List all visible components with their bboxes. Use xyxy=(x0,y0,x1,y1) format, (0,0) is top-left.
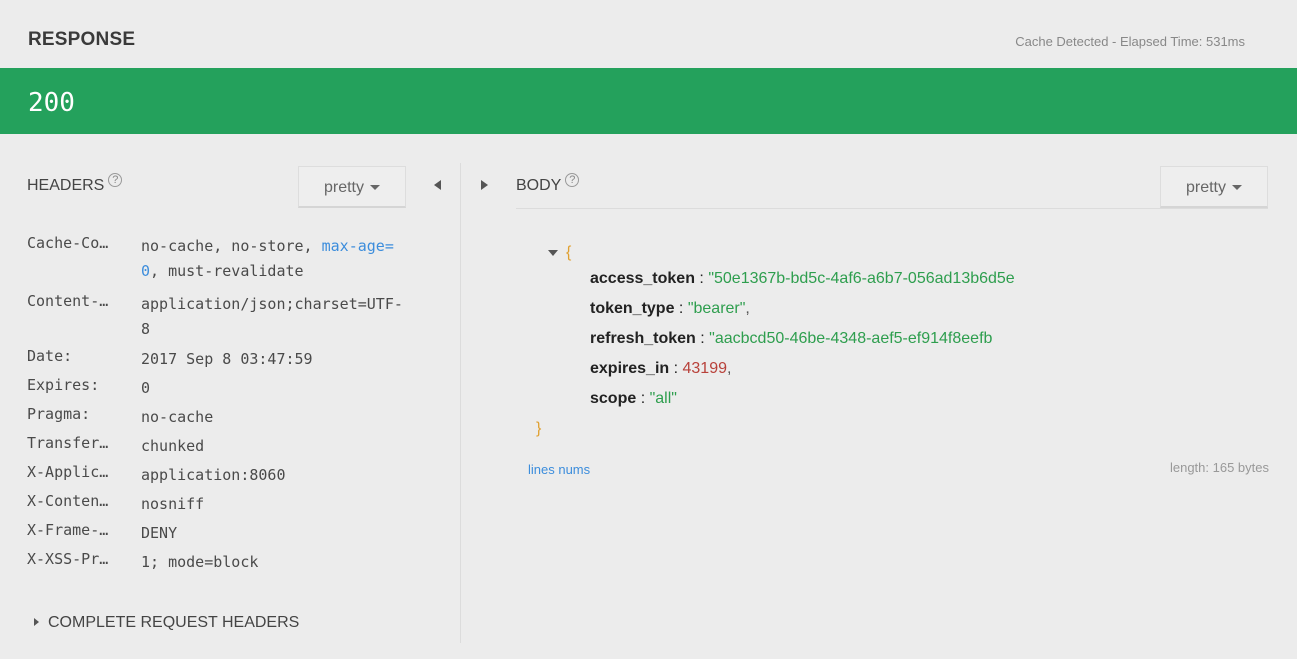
header-key: Expires: xyxy=(27,376,100,394)
json-comma: , xyxy=(727,360,732,377)
json-key: refresh_token xyxy=(590,330,696,347)
body-title-label: BODY xyxy=(516,177,562,194)
headers-format-label: pretty xyxy=(323,179,364,196)
header-row: Content-… application/json;charset=UTF-8 xyxy=(27,292,427,342)
chevron-down-icon xyxy=(1232,185,1242,191)
headers-title-label: HEADERS xyxy=(27,177,105,194)
header-value: 1; mode=block xyxy=(141,553,259,571)
header-row: Transfer… chunked xyxy=(27,434,427,463)
header-value-text: no-cache, no-store, xyxy=(141,237,322,255)
header-value: DENY xyxy=(141,524,178,542)
help-icon[interactable]: ? xyxy=(565,173,580,187)
header-value: 0 xyxy=(141,379,151,397)
header-row: Cache-Co… no-cache, no-store, max-age=0, … xyxy=(27,234,427,284)
header-row: X-XSS-Pr… 1; mode=block xyxy=(27,550,427,579)
json-field: token_type : "bearer", xyxy=(590,300,750,317)
json-comma: , xyxy=(745,300,750,317)
body-title: BODY? xyxy=(516,173,580,195)
body-format-label: pretty xyxy=(1185,179,1226,196)
lines-nums-link[interactable]: lines nums xyxy=(528,462,590,477)
json-field: refresh_token : "aacbcd50-46be-4348-aef5… xyxy=(590,330,993,347)
json-value: "50e1367b-bd5c-4af6-a6b7-056ad13b6d5e xyxy=(708,270,1015,287)
header-value: nosniff xyxy=(141,495,205,513)
header-row: X-Frame-… DENY xyxy=(27,521,427,550)
json-key: access_token xyxy=(590,270,695,287)
collapse-json-icon[interactable] xyxy=(548,249,558,256)
chevron-down-icon xyxy=(370,185,380,191)
header-key: Content-… xyxy=(27,292,109,310)
header-row: Pragma: no-cache xyxy=(27,405,427,434)
status-bar: 200 xyxy=(0,68,1297,134)
json-value: "all" xyxy=(649,390,677,407)
header-value-text: , must-revalidate xyxy=(150,262,304,280)
headers-format-dropdown[interactable]: pretty xyxy=(298,166,406,208)
complete-request-headers-toggle[interactable]: COMPLETE REQUEST HEADERS xyxy=(34,614,299,632)
panel-divider[interactable] xyxy=(460,163,461,643)
json-field: expires_in : 43199, xyxy=(590,360,732,377)
response-title: RESPONSE xyxy=(28,29,136,50)
json-value: "aacbcd50-46be-4348-aef5-ef914f8eefb xyxy=(709,330,993,347)
json-field: access_token : "50e1367b-bd5c-4af6-a6b7-… xyxy=(590,270,1015,287)
header-value: 2017 Sep 8 03:47:59 xyxy=(141,350,313,368)
help-icon[interactable]: ? xyxy=(108,173,123,187)
collapse-left-icon[interactable] xyxy=(434,180,441,190)
header-value: application:8060 xyxy=(141,466,286,484)
body-header-divider xyxy=(516,208,1268,209)
header-key: X-Frame-… xyxy=(27,521,109,539)
header-value: application/json;charset=UTF-8 xyxy=(141,295,403,338)
expand-right-icon xyxy=(34,617,39,626)
status-code: 200 xyxy=(28,88,75,118)
body-length: length: 165 bytes xyxy=(1169,460,1269,475)
cache-info: Cache Detected - Elapsed Time: 531ms xyxy=(1015,34,1245,49)
header-key: X-XSS-Pr… xyxy=(27,550,109,568)
header-row: Expires: 0 xyxy=(27,376,427,405)
header-key: X-Conten… xyxy=(27,492,109,510)
json-field: scope : "all" xyxy=(590,390,677,407)
header-key: X-Applic… xyxy=(27,463,109,481)
json-key: scope xyxy=(590,390,637,407)
header-row: X-Conten… nosniff xyxy=(27,492,427,521)
header-row: Date: 2017 Sep 8 03:47:59 xyxy=(27,347,427,376)
header-key: Transfer… xyxy=(27,434,109,452)
response-header: RESPONSE Cache Detected - Elapsed Time: … xyxy=(0,0,1297,68)
json-value: 43199 xyxy=(682,360,728,377)
open-brace: { xyxy=(566,244,572,261)
collapse-right-icon[interactable] xyxy=(481,180,488,190)
header-key: Cache-Co… xyxy=(27,234,109,252)
json-key: token_type xyxy=(590,300,675,317)
header-value: no-cache, no-store, max-age=0, must-reva… xyxy=(141,234,403,284)
header-key: Pragma: xyxy=(27,405,91,423)
header-row: X-Applic… application:8060 xyxy=(27,463,427,492)
json-key: expires_in xyxy=(590,360,670,377)
json-viewer: { access_token : "50e1367b-bd5c-4af6-a6b… xyxy=(516,240,1268,460)
complete-request-headers-label: COMPLETE REQUEST HEADERS xyxy=(48,614,300,631)
header-value: chunked xyxy=(141,437,205,455)
headers-title: HEADERS? xyxy=(27,173,123,195)
header-key: Date: xyxy=(27,347,73,365)
json-value: "bearer" xyxy=(687,300,746,317)
close-brace: } xyxy=(536,420,542,437)
header-value: no-cache xyxy=(141,408,214,426)
body-format-dropdown[interactable]: pretty xyxy=(1160,166,1268,208)
